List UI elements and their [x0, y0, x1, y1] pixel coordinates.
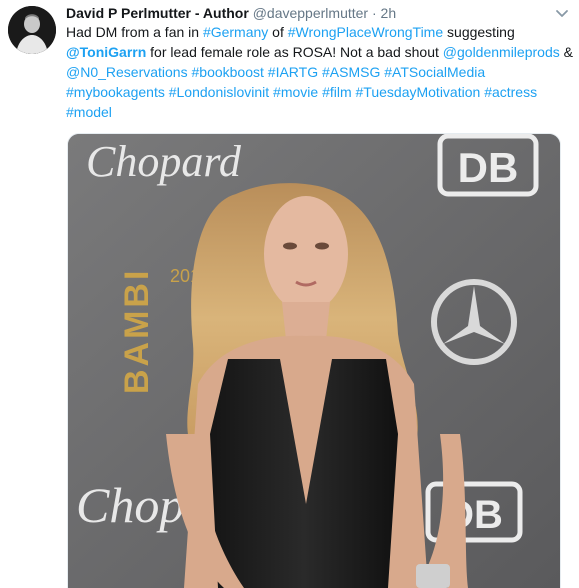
- hashtag-link[interactable]: #IARTG: [268, 64, 318, 80]
- mention-link[interactable]: @goldenmileprods: [443, 44, 560, 60]
- tweet-text-segment: &: [559, 44, 573, 60]
- tweet[interactable]: David P Perlmutter - Author @davepperlmu…: [0, 0, 579, 588]
- photo-image: Chopard DB 2018 BAMBI Chop DB: [68, 134, 560, 588]
- hashtag-link[interactable]: #Londonislovinit: [169, 84, 269, 100]
- hashtag-link[interactable]: #TuesdayMotivation: [356, 84, 481, 100]
- author-name[interactable]: David P Perlmutter - Author: [66, 5, 249, 21]
- tweet-text-segment: for lead female role as ROSA! Not a bad …: [146, 44, 443, 60]
- mention-link[interactable]: @N0_Reservations: [66, 64, 188, 80]
- tweet-text-segment: suggesting: [443, 24, 515, 40]
- author-handle[interactable]: @davepperlmutter: [253, 5, 368, 21]
- mention-link[interactable]: @ToniGarrn: [66, 44, 146, 60]
- tweet-text: Had DM from a fan in #Germany of #WrongP…: [66, 22, 574, 122]
- avatar[interactable]: [8, 6, 56, 54]
- backdrop-sponsor-top: DB: [458, 144, 519, 191]
- tweet-text-segment: Had DM from a fan in: [66, 24, 203, 40]
- hashtag-link[interactable]: #ATSocialMedia: [384, 64, 485, 80]
- tweet-header: David P Perlmutter - Author @davepperlmu…: [66, 4, 549, 22]
- hashtag-link[interactable]: #film: [322, 84, 352, 100]
- hashtag-link[interactable]: #movie: [273, 84, 318, 100]
- tweet-text-segment: of: [268, 24, 288, 40]
- hashtag-link[interactable]: #ASMSG: [322, 64, 380, 80]
- backdrop-event: BAMBI: [118, 268, 156, 394]
- backdrop-brand-top: Chopard: [86, 137, 242, 186]
- chevron-down-icon[interactable]: [553, 4, 571, 22]
- hashtag-link[interactable]: #mybookagents: [66, 84, 165, 100]
- backdrop-brand-bottom: Chop: [76, 477, 184, 533]
- timestamp[interactable]: 2h: [381, 5, 397, 21]
- hashtag-link[interactable]: #model: [66, 104, 112, 120]
- hashtag-link[interactable]: #WrongPlaceWrongTime: [288, 24, 443, 40]
- tweet-photo[interactable]: Chopard DB 2018 BAMBI Chop DB: [67, 133, 561, 588]
- hashtag-link[interactable]: #Germany: [203, 24, 268, 40]
- separator-dot: ·: [371, 5, 377, 21]
- avatar-image: [8, 6, 56, 54]
- hashtag-link[interactable]: #bookboost: [192, 64, 264, 80]
- hashtag-link[interactable]: #actress: [484, 84, 537, 100]
